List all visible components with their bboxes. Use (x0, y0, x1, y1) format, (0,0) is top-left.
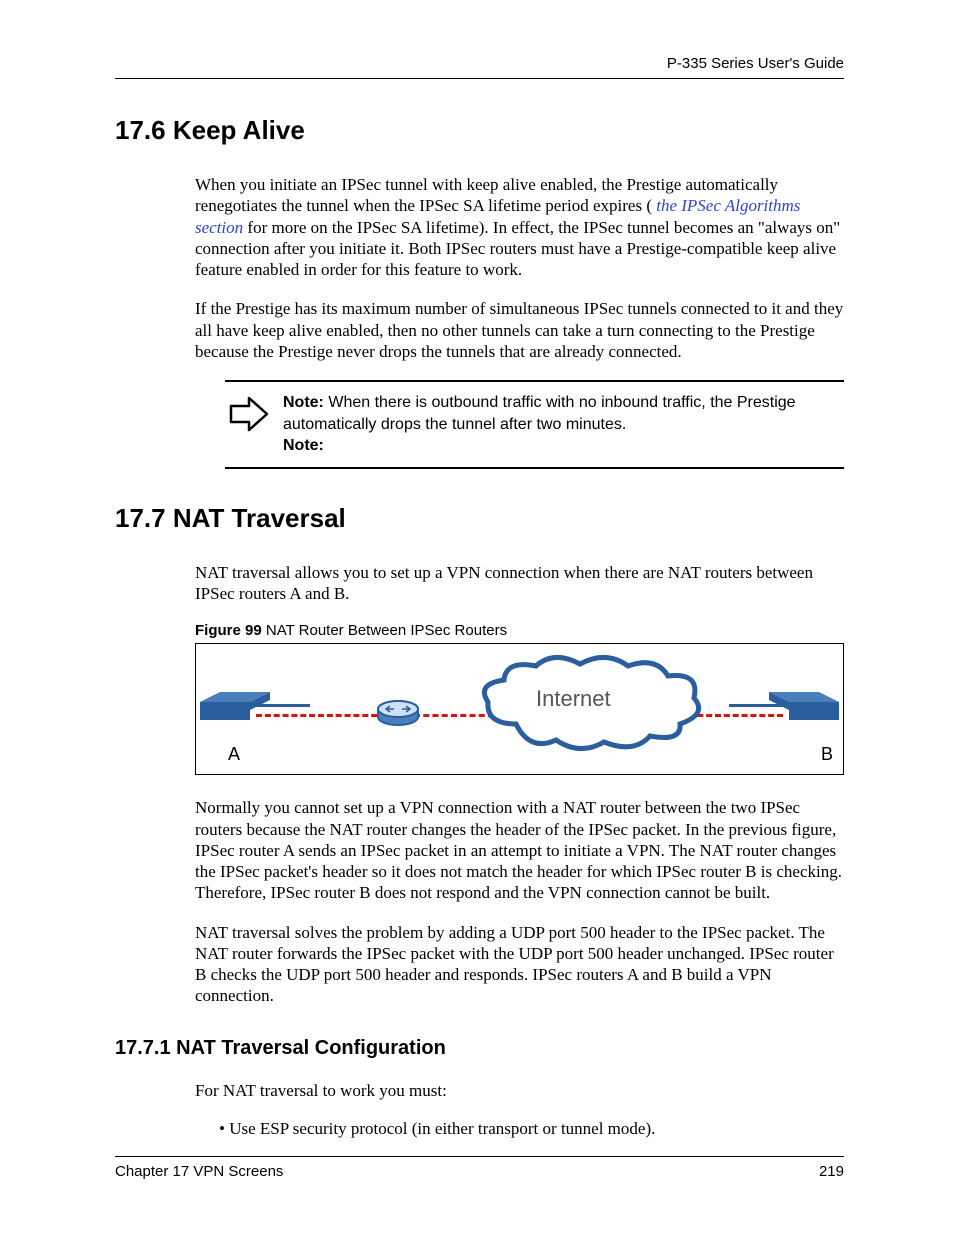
bullet-1: Use ESP security protocol (in either tra… (219, 1119, 844, 1139)
page-number: 219 (819, 1163, 844, 1180)
figure-99: Internet A B (195, 643, 844, 775)
figure-title: NAT Router Between IPSec Routers (262, 622, 507, 639)
page-header: P-335 Series User's Guide (115, 55, 844, 79)
heading-17-7: 17.7 NAT Traversal (115, 503, 844, 534)
page-footer: Chapter 17 VPN Screens 219 (115, 1156, 844, 1180)
nat-traversal-para-1: NAT traversal allows you to set up a VPN… (195, 562, 844, 605)
page-content: 17.6 Keep Alive When you initiate an IPS… (115, 115, 844, 1156)
note-trailing: Note: (283, 437, 324, 454)
heading-17-7-1: 17.7.1 NAT Traversal Configuration (115, 1037, 844, 1060)
cloud-label: Internet (536, 686, 611, 712)
label-b: B (821, 744, 833, 765)
dashed-left (256, 714, 386, 717)
section-17-7-1-body: For NAT traversal to work you must: Use … (195, 1080, 844, 1139)
guide-title: P-335 Series User's Guide (667, 55, 844, 72)
figure-number: Figure 99 (195, 622, 262, 639)
keep-alive-para-2: If the Prestige has its maximum number o… (195, 298, 844, 362)
note-box: Note: When there is outbound traffic wit… (225, 380, 844, 469)
section-17-6-body: When you initiate an IPSec tunnel with k… (195, 174, 844, 362)
text: for more on the IPSec SA lifetime). In e… (195, 218, 840, 280)
router-b-icon (769, 692, 839, 726)
nat-traversal-para-3: NAT traversal solves the problem by addi… (195, 922, 844, 1007)
router-a-icon (200, 692, 270, 726)
nat-router-icon (376, 700, 420, 728)
nat-traversal-para-2: Normally you cannot set up a VPN connect… (195, 797, 844, 903)
figure-caption: Figure 99 NAT Router Between IPSec Route… (195, 622, 844, 639)
keep-alive-para-1: When you initiate an IPSec tunnel with k… (195, 174, 844, 280)
heading-17-6: 17.6 Keep Alive (115, 115, 844, 146)
note-label: Note: (283, 394, 324, 411)
nat-config-para-1: For NAT traversal to work you must: (195, 1080, 844, 1101)
label-a: A (228, 744, 240, 765)
note-body: When there is outbound traffic with no i… (283, 394, 796, 433)
bullet-list: Use ESP security protocol (in either tra… (219, 1119, 844, 1139)
section-17-7-body: NAT traversal allows you to set up a VPN… (195, 562, 844, 1007)
note-text: Note: When there is outbound traffic wit… (283, 392, 844, 457)
chapter-label: Chapter 17 VPN Screens (115, 1163, 283, 1180)
arrow-right-icon (229, 394, 269, 434)
